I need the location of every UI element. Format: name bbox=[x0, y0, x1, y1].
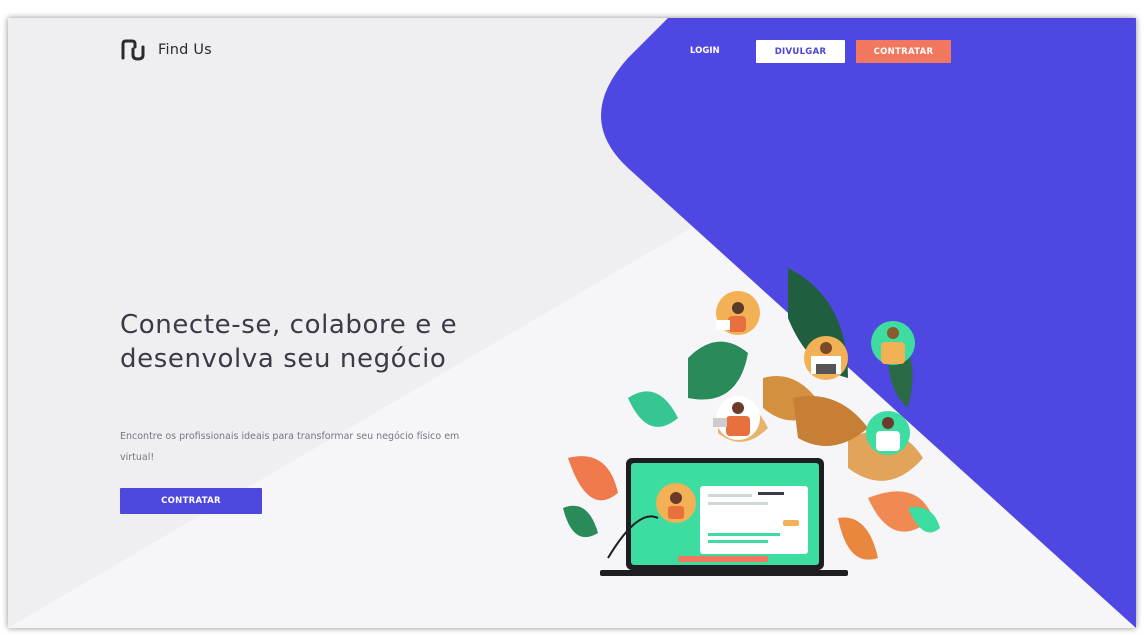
hero-title: Conecte-se, colabore e e desenvolva seu … bbox=[120, 310, 458, 374]
hero-illustration bbox=[563, 268, 940, 576]
landing-page: Find Us LOGIN DIVULGAR CONTRATAR Conecte… bbox=[8, 18, 1136, 628]
login-link[interactable]: LOGIN bbox=[690, 46, 720, 56]
hero-subtitle: Encontre os profissionais ideais para tr… bbox=[120, 431, 460, 463]
find-us-logo-icon bbox=[121, 39, 145, 61]
divulgar-button[interactable]: DIVULGAR bbox=[756, 40, 845, 63]
brand-logo[interactable]: Find Us bbox=[120, 38, 212, 62]
contratar-hero-button[interactable]: CONTRATAR bbox=[120, 488, 262, 514]
contratar-nav-button[interactable]: CONTRATAR bbox=[856, 40, 951, 63]
brand-name: Find Us bbox=[158, 42, 212, 58]
